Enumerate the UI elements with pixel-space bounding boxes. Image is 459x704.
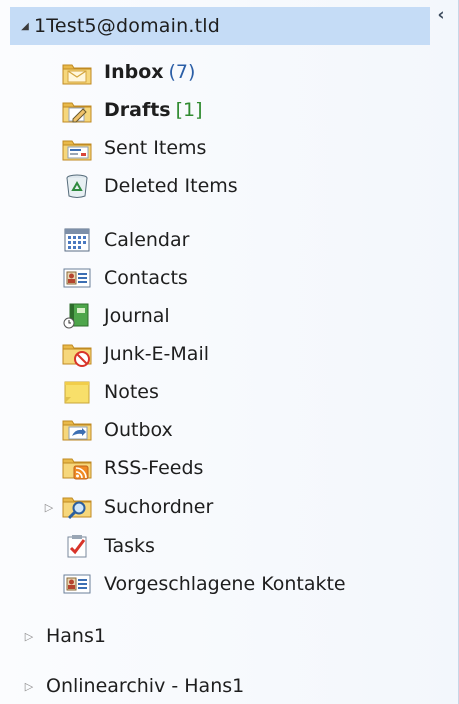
- store-node-hans1[interactable]: ▷ Hans1: [20, 619, 106, 653]
- suggested-contacts-icon: [62, 571, 92, 597]
- rss-feeds-icon: [62, 455, 92, 481]
- inbox-icon: [62, 59, 92, 85]
- journal-icon: [62, 303, 92, 329]
- folder-label: Contacts: [104, 267, 188, 289]
- folder-label: Outbox: [104, 419, 173, 441]
- folder-journal[interactable]: Journal: [62, 299, 170, 333]
- folder-search-folders[interactable]: Suchordner: [62, 490, 213, 524]
- folder-label: Vorgeschlagene Kontakte: [104, 573, 346, 595]
- draft-count: [1]: [175, 99, 203, 121]
- folder-sent-items[interactable]: Sent Items: [62, 131, 206, 165]
- junk-email-icon: [62, 341, 92, 367]
- unread-count: (7): [168, 61, 196, 83]
- collapse-pane-button[interactable]: ‹: [430, 4, 452, 26]
- deleted-items-icon: [62, 173, 92, 199]
- account-node[interactable]: ◢ 1Test5@domain.tld: [10, 7, 430, 45]
- notes-icon: [62, 379, 92, 405]
- folder-drafts[interactable]: Drafts [1]: [62, 93, 203, 127]
- expand-arrow-icon[interactable]: ▷: [42, 490, 56, 524]
- folder-label: Notes: [104, 381, 159, 403]
- folder-label: Sent Items: [104, 137, 207, 159]
- folder-pane: ‹ ◢ 1Test5@domain.tld Inbox (7) Drafts […: [0, 0, 459, 704]
- store-node-onlinearchiv-hans1[interactable]: ▷ Onlinearchiv - Hans1: [20, 669, 244, 703]
- folder-label: Calendar: [104, 229, 190, 251]
- calendar-icon: [62, 227, 92, 253]
- contacts-icon: [62, 265, 92, 291]
- folder-suggested-contacts[interactable]: Vorgeschlagene Kontakte: [62, 567, 346, 601]
- folder-label: Junk-E-Mail: [104, 343, 210, 365]
- folder-calendar[interactable]: Calendar: [62, 223, 189, 257]
- outbox-icon: [62, 417, 92, 443]
- folder-contacts[interactable]: Contacts: [62, 261, 188, 295]
- account-label: 1Test5@domain.tld: [34, 15, 220, 37]
- folder-label: Tasks: [104, 535, 155, 557]
- folder-label: Inbox: [104, 61, 164, 83]
- folder-outbox[interactable]: Outbox: [62, 413, 173, 447]
- folder-label: Journal: [104, 305, 170, 327]
- sent-items-icon: [62, 135, 92, 161]
- folder-label: Drafts: [104, 99, 171, 121]
- collapse-arrow-icon[interactable]: ◢: [16, 21, 34, 32]
- drafts-icon: [62, 97, 92, 123]
- folder-label: RSS-Feeds: [104, 457, 204, 479]
- folder-rss-feeds[interactable]: RSS-Feeds: [62, 451, 203, 485]
- expand-arrow-icon[interactable]: ▷: [20, 680, 38, 693]
- expand-arrow-icon[interactable]: ▷: [20, 630, 38, 643]
- folder-tasks[interactable]: Tasks: [62, 529, 155, 563]
- folder-notes[interactable]: Notes: [62, 375, 159, 409]
- folder-label: Suchordner: [104, 496, 214, 518]
- folder-deleted-items[interactable]: Deleted Items: [62, 169, 238, 203]
- search-folder-icon: [62, 494, 92, 520]
- folder-inbox[interactable]: Inbox (7): [62, 55, 195, 89]
- folder-junk-email[interactable]: Junk-E-Mail: [62, 337, 209, 371]
- store-label: Hans1: [46, 625, 106, 647]
- store-label: Onlinearchiv - Hans1: [46, 675, 245, 697]
- folder-label: Deleted Items: [104, 175, 238, 197]
- tasks-icon: [62, 533, 92, 559]
